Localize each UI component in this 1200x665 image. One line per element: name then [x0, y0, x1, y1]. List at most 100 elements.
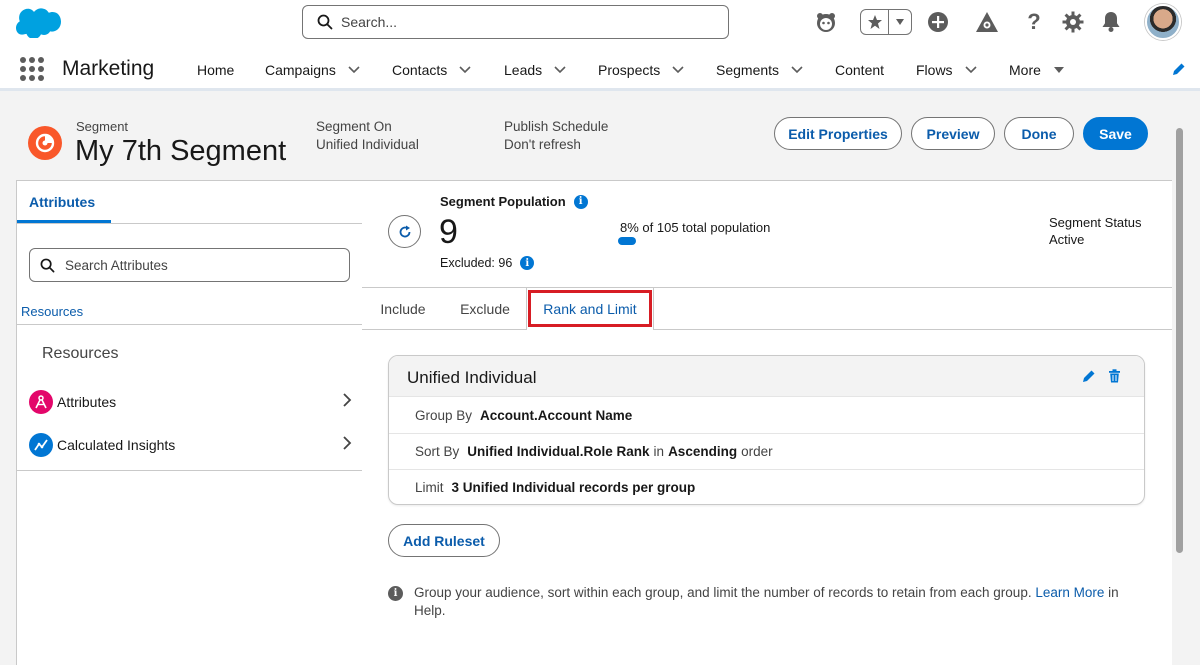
- segment-object-icon: [28, 126, 62, 160]
- salesforce-logo[interactable]: [15, 8, 61, 38]
- rank-limit-card: Unified Individual Group By Account.Acco…: [388, 355, 1145, 505]
- trailhead-icon[interactable]: [975, 10, 999, 34]
- setup-gear-icon[interactable]: [1061, 10, 1085, 34]
- add-icon[interactable]: [926, 10, 950, 34]
- attributes-panel: Attributes Search Attributes Resources R…: [16, 180, 363, 665]
- resources-breadcrumb-link[interactable]: Resources: [21, 304, 83, 319]
- edit-pencil-icon[interactable]: [1082, 369, 1096, 383]
- population-label: Segment Population i: [440, 194, 588, 209]
- group-by-row: Group By Account.Account Name: [389, 397, 1144, 434]
- segment-status: Segment Status Active: [1049, 214, 1142, 248]
- preview-button[interactable]: Preview: [911, 117, 995, 150]
- global-header: Search... ?: [0, 0, 1200, 46]
- app-launcher-icon[interactable]: [20, 57, 44, 81]
- nav-item-prospects[interactable]: Prospects: [598, 62, 684, 78]
- search-attributes-input[interactable]: Search Attributes: [29, 248, 350, 282]
- rank-card-title: Unified Individual: [407, 368, 537, 387]
- chevron-down-icon: [672, 66, 684, 74]
- favorites-star-icon[interactable]: [861, 10, 889, 34]
- einstein-icon[interactable]: [814, 10, 838, 34]
- population-summary: Segment Population i 9 Excluded: 96 i 8%…: [362, 181, 1172, 287]
- notifications-bell-icon[interactable]: [1099, 10, 1123, 34]
- edit-properties-button[interactable]: Edit Properties: [774, 117, 902, 150]
- refresh-population-button[interactable]: [388, 215, 421, 248]
- sort-in-text: in: [653, 443, 665, 459]
- search-icon: [317, 14, 333, 30]
- chevron-right-icon: [343, 436, 352, 450]
- nav-item-home[interactable]: Home: [197, 62, 234, 78]
- divider: [17, 324, 363, 325]
- sort-order-value: Ascending: [668, 443, 738, 459]
- population-count: 9: [439, 213, 458, 251]
- limit-value: 3 Unified Individual records per group: [451, 480, 696, 495]
- nav-bar: Marketing Home Campaigns Contacts Leads …: [0, 46, 1200, 91]
- resource-item-calculated-insights[interactable]: Calculated Insights: [29, 431, 352, 459]
- done-button[interactable]: Done: [1004, 117, 1074, 150]
- resource-item-attributes[interactable]: Attributes: [29, 388, 352, 416]
- refresh-icon: [399, 225, 410, 237]
- scrollbar-thumb[interactable]: [1176, 128, 1183, 553]
- object-type-label: Segment: [76, 119, 129, 134]
- chevron-down-icon: [964, 66, 977, 74]
- search-attributes-placeholder: Search Attributes: [65, 257, 168, 273]
- nav-item-contacts[interactable]: Contacts: [392, 62, 471, 78]
- global-search-placeholder: Search...: [341, 14, 398, 30]
- segment-status-label: Segment Status: [1049, 215, 1142, 230]
- segment-status-value: Active: [1049, 232, 1085, 247]
- tab-include[interactable]: Include: [362, 288, 444, 330]
- user-avatar[interactable]: [1145, 4, 1181, 40]
- tab-attributes-label: Attributes: [29, 194, 96, 210]
- page-scrollbar[interactable]: [1174, 120, 1185, 665]
- publish-schedule-info: Publish Schedule Don't refresh: [504, 118, 608, 154]
- search-icon: [40, 258, 55, 272]
- segment-on-label: Segment On: [316, 119, 392, 134]
- chevron-down-icon: [791, 66, 803, 74]
- info-icon[interactable]: i: [573, 194, 588, 209]
- help-icon[interactable]: ?: [1022, 9, 1046, 34]
- active-tab-indicator: [17, 220, 111, 223]
- save-button[interactable]: Save: [1083, 117, 1148, 150]
- learn-more-link[interactable]: Learn More: [1035, 585, 1104, 600]
- tab-exclude[interactable]: Exclude: [444, 288, 526, 330]
- edit-nav-pencil-icon[interactable]: [1172, 62, 1186, 76]
- calculated-insights-icon: [29, 433, 53, 457]
- nav-item-segments[interactable]: Segments: [716, 62, 803, 78]
- segment-on-value: Unified Individual: [316, 137, 419, 152]
- segment-on-info: Segment On Unified Individual: [316, 118, 419, 154]
- rule-tabs: Include Exclude Rank and Limit: [362, 287, 1172, 330]
- resource-item-label: Calculated Insights: [57, 437, 176, 453]
- segment-canvas: Segment Population i 9 Excluded: 96 i 8%…: [362, 180, 1172, 665]
- publish-schedule-value: Don't refresh: [504, 137, 581, 152]
- limit-row: Limit 3 Unified Individual records per g…: [389, 469, 1144, 504]
- population-percent-bar: [618, 237, 636, 245]
- chevron-down-icon: [554, 66, 566, 74]
- tab-attributes[interactable]: Attributes: [17, 181, 363, 224]
- global-search-input[interactable]: Search...: [302, 5, 729, 39]
- resource-item-label: Attributes: [57, 394, 117, 410]
- chevron-down-icon: [348, 66, 360, 74]
- group-by-label: Group By: [415, 407, 473, 423]
- caret-down-icon: [1053, 67, 1064, 73]
- limit-label: Limit: [415, 480, 444, 495]
- delete-trash-icon[interactable]: [1108, 369, 1121, 383]
- add-ruleset-button[interactable]: Add Ruleset: [388, 524, 500, 557]
- group-by-value: Account.Account Name: [480, 407, 633, 423]
- nav-item-leads[interactable]: Leads: [504, 62, 566, 78]
- sort-by-label: Sort By: [415, 443, 460, 459]
- nav-item-more[interactable]: More: [1009, 62, 1065, 78]
- nav-item-content[interactable]: Content: [835, 62, 884, 78]
- info-icon[interactable]: i: [520, 256, 535, 270]
- chevron-down-icon: [459, 66, 471, 74]
- highlight-box: [528, 290, 652, 327]
- nav-item-flows[interactable]: Flows: [916, 62, 977, 78]
- sort-order-suffix: order: [741, 443, 773, 459]
- chevron-right-icon: [343, 393, 352, 407]
- page-title: My 7th Segment: [75, 135, 287, 167]
- population-percent-text: 8% of 105 total population: [620, 220, 771, 235]
- divider: [17, 470, 363, 471]
- nav-item-campaigns[interactable]: Campaigns: [265, 62, 360, 78]
- publish-schedule-label: Publish Schedule: [504, 119, 609, 134]
- favorites-dropdown-icon[interactable]: [889, 10, 911, 34]
- excluded-count: Excluded: 96 i: [440, 256, 535, 270]
- app-name: Marketing: [62, 57, 155, 80]
